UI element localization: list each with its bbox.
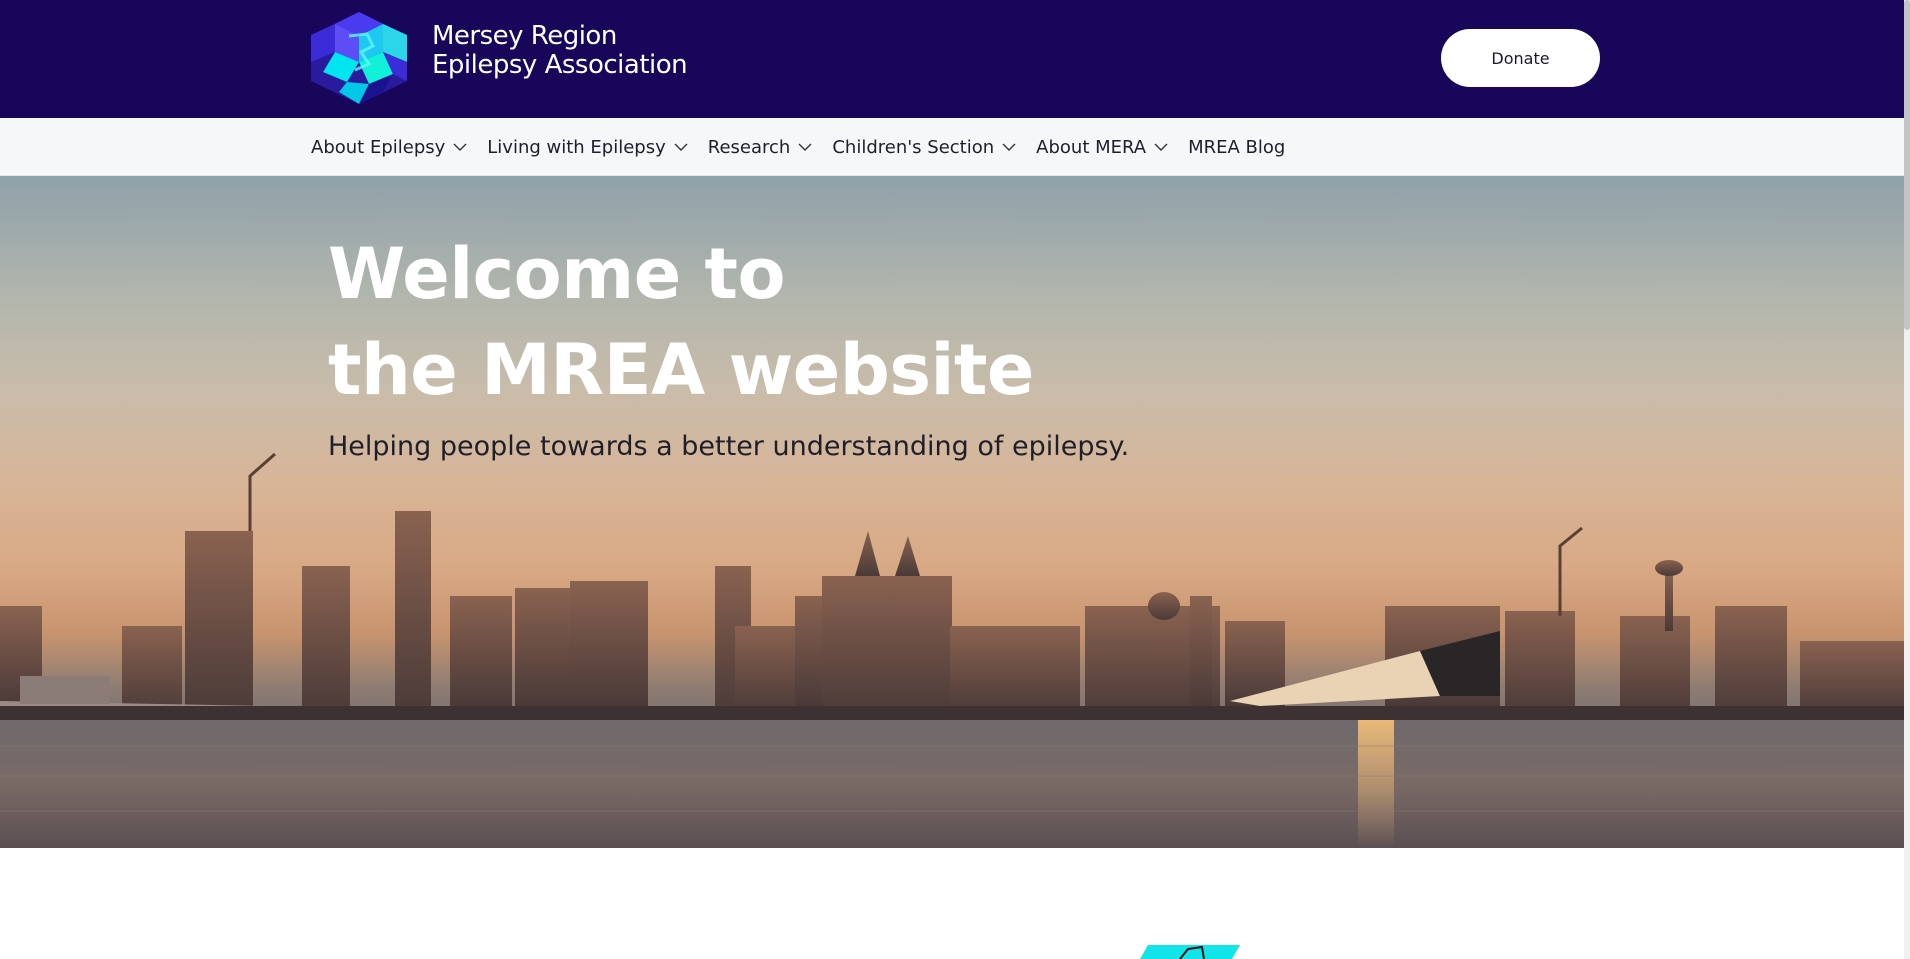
chevron-down-icon (798, 143, 812, 151)
chevron-down-icon (1002, 143, 1016, 151)
main-navigation: About Epilepsy Living with Epilepsy Rese… (0, 118, 1904, 176)
hero-title-line1: Welcome to (328, 233, 786, 315)
nav-item-label: Living with Epilepsy (487, 136, 666, 158)
chevron-down-icon (453, 143, 467, 151)
nav-item-label: MREA Blog (1188, 136, 1286, 158)
scrollbar-thumb[interactable] (1904, 0, 1910, 330)
nav-item-label: About Epilepsy (311, 136, 446, 158)
org-name-line1: Mersey Region (432, 21, 617, 51)
nav-item-research[interactable]: Research (708, 118, 833, 176)
nav-item-label: About MERA (1036, 136, 1147, 158)
nav-item-label: Research (707, 136, 791, 158)
chevron-down-icon (674, 143, 688, 151)
site-header: Mersey Region Epilepsy Association Donat… (0, 0, 1904, 118)
chevron-down-icon (1154, 143, 1168, 151)
organization-name: Mersey Region Epilepsy Association (432, 21, 688, 80)
hero-title-line2: the MREA website (328, 329, 1034, 411)
nav-list: About Epilepsy Living with Epilepsy Rese… (311, 118, 1304, 176)
hero-title: Welcome to the MREA website (328, 226, 1034, 418)
nav-item-about-epilepsy[interactable]: About Epilepsy (311, 118, 487, 176)
nav-item-about-mera[interactable]: About MERA (1036, 118, 1188, 176)
hero-section: Welcome to the MREA website Helping peop… (0, 176, 1904, 848)
hexagon-brain-logo-icon (311, 12, 407, 104)
partial-illustration-icon (1140, 945, 1240, 959)
nav-item-living-with-epilepsy[interactable]: Living with Epilepsy (487, 118, 707, 176)
nav-item-mrea-blog[interactable]: MREA Blog (1188, 118, 1304, 176)
org-name-line2: Epilepsy Association (432, 50, 688, 80)
donate-button[interactable]: Donate (1441, 29, 1600, 87)
page-scrollbar[interactable] (1904, 0, 1910, 959)
nav-item-label: Children's Section (832, 136, 995, 158)
nav-item-childrens-section[interactable]: Children's Section (832, 118, 1036, 176)
hero-subtitle: Helping people towards a better understa… (328, 431, 1130, 462)
